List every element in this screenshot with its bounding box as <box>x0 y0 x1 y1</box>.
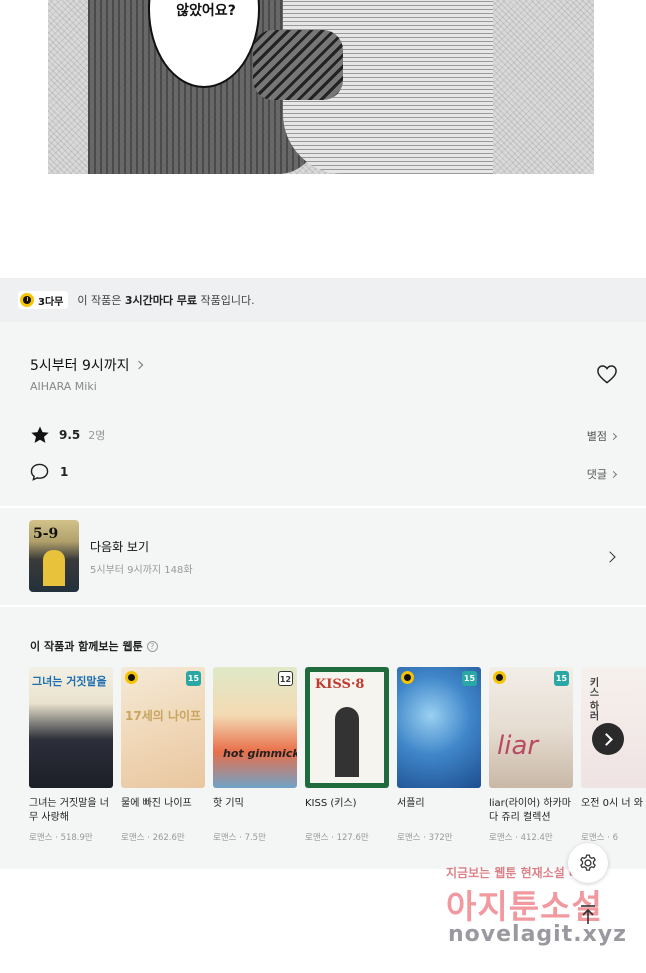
free-text-suffix: 작품입니다. <box>197 294 255 307</box>
settings-icon <box>580 854 596 871</box>
rec-item[interactable]: 15 17세의 나이프 물에 빠진 나이프 로맨스 · 262.6만 <box>121 667 205 843</box>
heart-icon[interactable] <box>596 364 618 384</box>
comment-icon <box>30 463 49 481</box>
free-badge: 3다무 <box>18 291 69 309</box>
rating-row: 9.5 2명 <box>30 425 105 445</box>
rec-item[interactable]: 그녀는 거짓말을 그녀는 거짓말을 너무 사랑해 로맨스 · 518.9만 <box>29 667 113 843</box>
age-badge: 12 <box>278 671 293 686</box>
rec-name: 오전 0시 너 와 워 <box>581 798 646 809</box>
comment-link[interactable]: 댓글 <box>586 466 618 482</box>
next-episode-subtitle: 5시부터 9시까지 148화 <box>90 565 193 576</box>
scroll-top-button[interactable] <box>568 895 608 935</box>
chevron-right-icon <box>609 470 618 478</box>
rec-name: 핫 기믹 <box>213 798 244 809</box>
clock-icon <box>20 293 34 307</box>
arrow-up-icon <box>581 905 595 924</box>
recommendations-title-text: 이 작품과 함께보는 웹툰 <box>30 640 143 653</box>
rec-item[interactable]: 15 liar liar(라이어) 하카마다 쥬리 컬렉션 로맨스 · 412.… <box>489 667 573 843</box>
rec-meta: 로맨스 · 372만 <box>397 833 453 843</box>
work-title-link[interactable]: 5시부터 9시까지 <box>30 355 143 375</box>
rec-cover: KISS·8 <box>305 667 389 788</box>
free-badge-label: 3다무 <box>38 296 64 308</box>
rating-count: 2명 <box>88 429 106 442</box>
age-badge: 15 <box>186 671 201 686</box>
help-icon[interactable]: ? <box>146 640 158 652</box>
speech-bubble-text: 않았어요? <box>176 3 236 19</box>
next-episode-card[interactable]: 5-9 다음화 보기 5시부터 9시까지 148화 <box>0 508 646 605</box>
next-episode-thumbnail: 5-9 <box>29 520 79 592</box>
rec-cover-text: liar <box>497 731 539 761</box>
next-episode-label: 다음화 보기 <box>90 540 150 554</box>
rec-meta: 로맨스 · 6 <box>581 833 618 843</box>
rec-item[interactable]: 키스 하러 오전 0시 너 와 워 로맨스 · 6 <box>581 667 646 843</box>
next-thumb-text: 5-9 <box>33 526 59 542</box>
chevron-right-icon <box>604 551 616 563</box>
rec-name: 서플리 <box>397 798 425 809</box>
next-thumb-figure <box>43 550 65 586</box>
recommendations-list: 그녀는 거짓말을 그녀는 거짓말을 너무 사랑해 로맨스 · 518.9만 15… <box>29 667 646 857</box>
clock-icon <box>125 671 138 684</box>
rec-cover-text: 그녀는 거짓말을 <box>32 675 107 688</box>
rec-meta: 로맨스 · 7.5만 <box>213 833 266 843</box>
comic-panel-image: 않았어요? <box>48 0 594 174</box>
rec-cover: 그녀는 거짓말을 <box>29 667 113 788</box>
work-info-panel: 5시부터 9시까지 AIHARA Miki 9.5 2명 별점 1 댓글 <box>0 322 646 506</box>
comic-viewer: 않았어요? <box>0 0 646 278</box>
rating-link-label: 별점 <box>586 430 607 443</box>
comment-row: 1 <box>30 463 68 481</box>
rec-cover-text: 17세의 나이프 <box>125 709 202 723</box>
rec-cover: 12 hot gimmick <box>213 667 297 788</box>
comment-link-label: 댓글 <box>586 468 607 481</box>
rating-value: 9.5 <box>59 428 81 442</box>
rec-meta: 로맨스 · 127.6만 <box>305 833 369 843</box>
rec-name: 그녀는 거짓말을 너무 사랑해 <box>29 798 109 823</box>
comment-count: 1 <box>60 465 69 479</box>
recommendations-next-button[interactable] <box>592 723 624 755</box>
clock-icon <box>401 671 414 684</box>
free-banner-text: 이 작품은 3시간마다 무료 작품입니다. <box>77 292 254 308</box>
rating-link[interactable]: 별점 <box>586 428 618 444</box>
rec-cover: 15 liar <box>489 667 573 788</box>
free-text-prefix: 이 작품은 <box>77 294 125 307</box>
recommendations-title: 이 작품과 함께보는 웹툰 ? <box>30 638 158 654</box>
chevron-right-icon <box>134 360 143 370</box>
rec-cover: 15 <box>397 667 481 788</box>
rec-item[interactable]: 15 서플리 로맨스 · 372만 <box>397 667 481 843</box>
rec-cover-figure <box>335 707 359 777</box>
rec-name: 물에 빠진 나이프 <box>121 798 192 809</box>
age-badge: 15 <box>554 671 569 686</box>
work-title: 5시부터 9시까지 <box>30 358 130 374</box>
star-icon <box>31 426 49 443</box>
rec-meta: 로맨스 · 262.6만 <box>121 833 185 843</box>
rec-name: KISS (키스) <box>305 798 357 809</box>
settings-button[interactable] <box>568 843 608 883</box>
work-author: AIHARA Miki <box>30 380 97 393</box>
recommendations-section: 이 작품과 함께보는 웹툰 ? 그녀는 거짓말을 그녀는 거짓말을 너무 사랑해… <box>0 607 646 869</box>
free-banner: 3다무 이 작품은 3시간마다 무료 작품입니다. <box>0 278 646 322</box>
age-badge: 15 <box>462 671 477 686</box>
rec-cover-text: KISS·8 <box>315 677 365 692</box>
comic-sleeve <box>253 30 343 100</box>
free-text-bold: 3시간마다 무료 <box>124 294 198 307</box>
rec-name: liar(라이어) 하카마다 쥬리 컬렉션 <box>489 798 571 823</box>
rec-item[interactable]: 12 hot gimmick 핫 기믹 로맨스 · 7.5만 <box>213 667 297 843</box>
rec-cover-text: hot gimmick <box>223 747 297 760</box>
rec-meta: 로맨스 · 412.4만 <box>489 833 553 843</box>
rec-cover-text: 키스 하러 <box>587 677 598 721</box>
rec-item[interactable]: KISS·8 KISS (키스) 로맨스 · 127.6만 <box>305 667 389 843</box>
rec-cover: 15 17세의 나이프 <box>121 667 205 788</box>
rec-meta: 로맨스 · 518.9만 <box>29 833 93 843</box>
chevron-right-icon <box>609 432 618 440</box>
clock-icon <box>493 671 506 684</box>
